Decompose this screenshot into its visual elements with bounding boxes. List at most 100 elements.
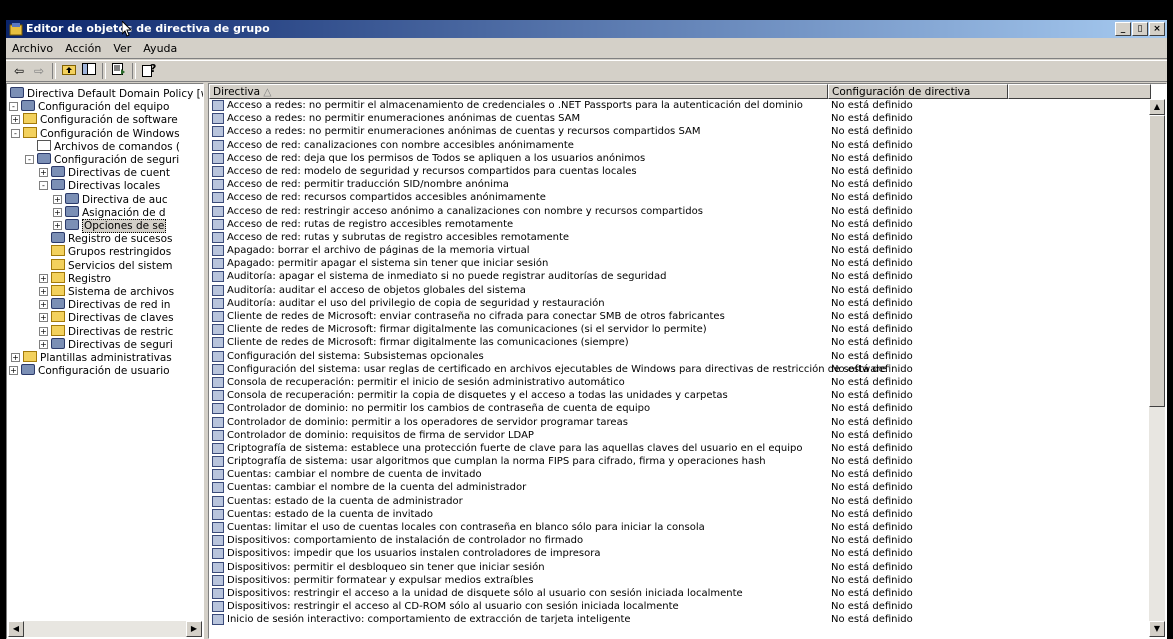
menu-accion[interactable]: Acción (59, 40, 107, 58)
policy-row[interactable]: Cuentas: limitar el uso de cuentas local… (209, 521, 1151, 534)
policy-node-icon (65, 219, 79, 230)
policy-row[interactable]: Apagado: permitir apagar el sistema sin … (209, 257, 1151, 270)
column-header-setting[interactable]: Configuración de directiva (828, 84, 1008, 99)
policy-row[interactable]: Cliente de redes de Microsoft: firmar di… (209, 336, 1151, 349)
policy-row[interactable]: Dispositivos: restringir el acceso a la … (209, 587, 1151, 600)
policy-row[interactable]: Cuentas: cambiar el nombre de cuenta de … (209, 468, 1151, 481)
list-vertical-scrollbar[interactable]: ▲ ▼ (1149, 99, 1165, 637)
help-icon[interactable]: ? (140, 62, 158, 79)
expand-icon[interactable]: + (9, 366, 18, 376)
policy-row[interactable]: Dispositivos: restringir el acceso al CD… (209, 600, 1151, 613)
policy-row[interactable]: Criptografía de sistema: usar algoritmos… (209, 455, 1151, 468)
security-policy-icon (212, 165, 224, 177)
policy-name: Configuración del sistema: Subsistemas o… (227, 350, 484, 362)
menu-ayuda[interactable]: Ayuda (137, 40, 183, 58)
back-arrow-icon[interactable]: ⇦ (10, 63, 28, 79)
policy-row[interactable]: Acceso a redes: no permitir el almacenam… (209, 99, 1151, 112)
close-button[interactable]: × (1149, 22, 1165, 36)
expand-icon[interactable]: + (11, 353, 20, 362)
expand-icon[interactable]: + (39, 326, 48, 336)
policy-row[interactable]: Dispositivos: impedir que los usuarios i… (209, 547, 1151, 560)
policy-row[interactable]: Acceso de red: canalizaciones con nombre… (209, 139, 1151, 152)
expand-icon[interactable]: + (39, 168, 48, 178)
up-folder-icon[interactable] (60, 63, 78, 79)
policy-row[interactable]: Inicio de sesión interactivo: comportami… (209, 613, 1151, 626)
policy-row[interactable]: Acceso de red: recursos compartidos acce… (209, 191, 1151, 204)
policy-row[interactable]: Cuentas: estado de la cuenta de administ… (209, 495, 1151, 508)
scroll-up-icon[interactable]: ▲ (1149, 99, 1165, 115)
policy-row[interactable]: Cliente de redes de Microsoft: enviar co… (209, 310, 1151, 323)
scroll-left-icon[interactable]: ◀ (8, 621, 24, 637)
scroll-right-icon[interactable]: ▶ (186, 621, 202, 637)
expand-icon[interactable]: + (39, 313, 48, 323)
policy-row[interactable]: Consola de recuperación: permitir el ini… (209, 376, 1151, 389)
security-policy-icon (212, 535, 224, 547)
policy-row[interactable]: Acceso de red: deja que los permisos de … (209, 152, 1151, 165)
policy-setting: No está definido (831, 416, 913, 428)
policy-row[interactable]: Controlador de dominio: requisitos de fi… (209, 429, 1151, 442)
policy-row[interactable]: Auditoría: apagar el sistema de inmediat… (209, 270, 1151, 283)
policy-row[interactable]: Auditoría: auditar el uso del privilegio… (209, 297, 1151, 310)
minimize-button[interactable]: _ (1115, 22, 1131, 36)
policy-row[interactable]: Acceso de red: modelo de seguridad y rec… (209, 165, 1151, 178)
policy-row[interactable]: Auditoría: auditar el acceso de objetos … (209, 284, 1151, 297)
policy-row[interactable]: Cliente de redes de Microsoft: firmar di… (209, 323, 1151, 336)
collapse-icon[interactable]: - (9, 102, 18, 112)
expand-icon[interactable]: + (39, 287, 48, 296)
policy-row[interactable]: Acceso de red: rutas y subrutas de regis… (209, 231, 1151, 244)
policy-row[interactable]: Dispositivos: comportamiento de instalac… (209, 534, 1151, 547)
expand-icon[interactable]: + (11, 115, 20, 125)
policy-row[interactable]: Acceso de red: restringir acceso anónimo… (209, 205, 1151, 218)
policy-row[interactable]: Acceso a redes: no permitir enumeracione… (209, 112, 1151, 125)
security-policy-icon (212, 100, 224, 111)
policy-row[interactable]: Controlador de dominio: permitir a los o… (209, 416, 1151, 429)
policy-row[interactable]: Controlador de dominio: no permitir los … (209, 402, 1151, 415)
expand-icon[interactable]: + (53, 207, 62, 217)
policy-name: Dispositivos: restringir el acceso a la … (227, 587, 743, 599)
policy-row[interactable]: Configuración del sistema: usar reglas d… (209, 363, 1151, 376)
policy-row[interactable]: Cuentas: cambiar el nombre de la cuenta … (209, 481, 1151, 494)
scroll-down-icon[interactable]: ▼ (1149, 621, 1165, 637)
export-list-icon[interactable] (110, 63, 128, 79)
window-title: Editor de objetos de directiva de grupo (26, 22, 270, 35)
policy-setting: No está definido (831, 482, 913, 494)
column-header-policy[interactable]: Directiva △ (209, 84, 828, 99)
expand-icon[interactable]: + (39, 339, 48, 349)
collapse-icon[interactable]: - (25, 155, 34, 164)
column-header-policy-label: Directiva (213, 86, 261, 98)
policy-row[interactable]: Configuración del sistema: Subsistemas o… (209, 350, 1151, 363)
policy-row[interactable]: Consola de recuperación: permitir la cop… (209, 389, 1151, 402)
security-policy-icon (212, 192, 224, 204)
security-policy-icon (212, 231, 224, 243)
policy-row[interactable]: Cuentas: estado de la cuenta de invitado… (209, 508, 1151, 521)
collapse-icon[interactable]: - (39, 181, 48, 191)
expand-icon[interactable]: + (39, 273, 48, 283)
policy-rows: Acceso a redes: no permitir el almacenam… (209, 99, 1151, 627)
scroll-thumb[interactable] (1149, 115, 1165, 407)
expand-icon[interactable]: + (39, 300, 48, 310)
toolbar-separator (132, 63, 136, 79)
expand-icon[interactable]: + (53, 221, 62, 230)
policy-row[interactable]: Acceso de red: permitir traducción SID/n… (209, 178, 1151, 191)
policy-name: Cuentas: estado de la cuenta de invitado (227, 508, 433, 520)
tree-horizontal-scrollbar[interactable]: ◀ ▶ (8, 621, 202, 637)
policy-row[interactable]: Acceso de red: rutas de registro accesib… (209, 218, 1151, 231)
show-tree-icon[interactable] (80, 63, 98, 79)
menu-ver[interactable]: Ver (107, 40, 137, 58)
collapse-icon[interactable]: - (11, 128, 20, 138)
policy-row[interactable]: Apagado: borrar el archivo de páginas de… (209, 244, 1151, 257)
security-policy-icon (212, 469, 224, 481)
policy-row[interactable]: Acceso a redes: no permitir enumeracione… (209, 125, 1151, 138)
policy-row[interactable]: Criptografía de sistema: establece una p… (209, 442, 1151, 455)
menu-archivo[interactable]: Archivo (6, 40, 59, 58)
title-bar[interactable]: Editor de objetos de directiva de grupo … (6, 20, 1167, 38)
svg-text:?: ? (150, 63, 156, 75)
security-policy-icon (212, 416, 224, 428)
policy-row[interactable]: Dispositivos: permitir el desbloqueo sin… (209, 561, 1151, 574)
maximize-button[interactable]: ▯ (1132, 22, 1148, 36)
tree-item-label: Directivas locales (68, 180, 161, 193)
policy-row[interactable]: Dispositivos: permitir formatear y expul… (209, 574, 1151, 587)
expand-icon[interactable]: + (53, 194, 62, 204)
forward-arrow-icon[interactable]: ⇨ (30, 63, 48, 79)
security-policy-icon (212, 403, 224, 415)
